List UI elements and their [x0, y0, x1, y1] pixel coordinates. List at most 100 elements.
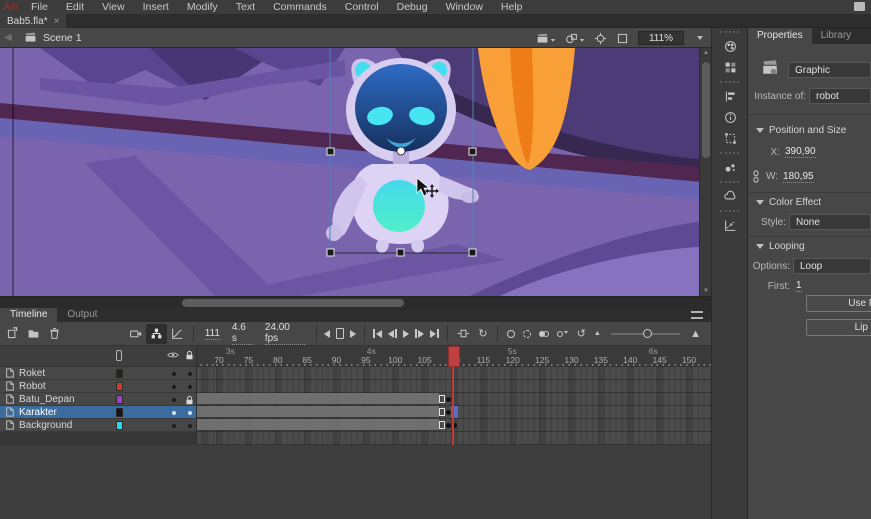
keyframe-dot[interactable] — [446, 410, 451, 415]
onion-skin-button[interactable] — [503, 324, 519, 344]
menu-help[interactable]: Help — [492, 0, 532, 14]
motion-editor-panel-button[interactable] — [712, 215, 749, 236]
play-button[interactable] — [400, 330, 412, 338]
new-layer-button[interactable] — [2, 324, 23, 344]
camera-button[interactable] — [125, 324, 146, 344]
layer-visibility-toggle[interactable] — [172, 411, 176, 415]
step-forward-button[interactable] — [347, 330, 359, 338]
layer-lock-toggle[interactable] — [188, 424, 192, 428]
app-logo[interactable]: An — [0, 1, 22, 14]
vertical-scroll-thumb[interactable] — [702, 62, 710, 158]
horizontal-scroll-thumb[interactable] — [182, 299, 404, 307]
frame-size-slider[interactable] — [611, 333, 680, 335]
tab-timeline[interactable]: Timeline — [0, 308, 57, 322]
layer-outline-color-swatch[interactable] — [116, 395, 123, 404]
lock-column-icon[interactable] — [185, 350, 194, 361]
w-value[interactable]: 180,95 — [783, 171, 814, 183]
menu-insert[interactable]: Insert — [134, 0, 178, 14]
layer-outline-color-swatch[interactable] — [116, 369, 123, 378]
transform-point[interactable] — [397, 147, 405, 155]
delete-layer-button[interactable] — [44, 324, 65, 344]
current-frame-field[interactable]: 111 — [205, 328, 220, 340]
layer-visibility-toggle[interactable] — [172, 424, 176, 428]
next-keyframe-button[interactable] — [412, 329, 427, 338]
menu-window[interactable]: Window — [437, 0, 492, 14]
panel-menu-icon[interactable] — [691, 311, 703, 319]
parenting-view-button[interactable] — [146, 324, 167, 344]
document-tab[interactable]: Bab5.fla* × — [0, 14, 66, 28]
visibility-column-icon[interactable] — [167, 351, 179, 359]
zoom-dropdown-icon[interactable] — [697, 36, 703, 43]
x-value[interactable]: 390,90 — [785, 146, 816, 158]
dock-grip[interactable] — [720, 31, 739, 35]
graph-view-button[interactable] — [167, 324, 188, 344]
layer-row-karakter[interactable]: Karakter — [0, 406, 196, 419]
lip-syncing-button[interactable]: Lip S — [806, 319, 871, 336]
edit-multiple-frames-button[interactable] — [535, 324, 553, 344]
span-end-frame[interactable] — [439, 395, 445, 403]
color-panel-button[interactable] — [712, 36, 749, 57]
edit-scene-button[interactable] — [536, 32, 556, 45]
window-control-icon[interactable] — [854, 2, 865, 11]
section-color-effect[interactable]: Color Effect — [756, 196, 871, 209]
style-dropdown[interactable]: None — [789, 214, 871, 230]
slider-knob[interactable] — [643, 329, 652, 338]
layer-visibility-toggle[interactable] — [172, 372, 176, 376]
layer-lock-toggle[interactable] — [188, 385, 192, 389]
layer-outline-color-swatch[interactable] — [116, 408, 123, 417]
tab-library[interactable]: Library — [812, 28, 861, 44]
new-folder-button[interactable] — [23, 324, 44, 344]
tab-properties[interactable]: Properties — [748, 28, 812, 44]
menu-debug[interactable]: Debug — [388, 0, 437, 14]
menu-view[interactable]: View — [93, 0, 134, 14]
layer-outline-color-swatch[interactable] — [116, 382, 123, 391]
stage-vertical-scrollbar[interactable]: ▲ ▼ — [699, 48, 711, 296]
back-arrow-icon[interactable]: ◀ — [0, 32, 16, 43]
playhead-marker[interactable] — [448, 346, 460, 367]
dock-grip[interactable] — [720, 210, 739, 214]
go-first-frame-button[interactable] — [370, 329, 385, 338]
loop-options-dropdown[interactable]: Loop — [793, 258, 871, 274]
frame-span[interactable] — [197, 406, 439, 418]
frame-span[interactable] — [197, 393, 439, 405]
keyframe-dot[interactable] — [446, 423, 451, 428]
menu-file[interactable]: File — [22, 0, 57, 14]
scene-breadcrumb[interactable]: Scene 1 — [43, 32, 82, 44]
menu-modify[interactable]: Modify — [178, 0, 227, 14]
zoom-level-field[interactable]: 111% — [638, 31, 684, 45]
layer-lock-toggle[interactable] — [188, 372, 192, 376]
reset-timeline-zoom-button[interactable]: ↺ — [573, 324, 590, 344]
layer-outline-color-swatch[interactable] — [116, 421, 123, 430]
symbol-type-dropdown[interactable]: Graphic — [788, 62, 871, 78]
step-back-button[interactable] — [321, 330, 333, 338]
menu-edit[interactable]: Edit — [57, 0, 93, 14]
align-panel-button[interactable] — [712, 86, 749, 107]
layer-row-roket[interactable]: Roket — [0, 367, 196, 380]
info-panel-button[interactable] — [712, 107, 749, 128]
playhead-line[interactable] — [452, 367, 454, 445]
elapsed-time-field[interactable]: 4.6 s — [232, 322, 253, 345]
transform-panel-button[interactable] — [712, 128, 749, 149]
span-end-frame[interactable] — [439, 421, 445, 429]
zoom-in-frames-button[interactable]: ▲ — [686, 324, 705, 344]
modify-markers-button[interactable] — [553, 324, 573, 344]
onion-skin-outlines-button[interactable] — [519, 324, 535, 344]
layer-row-batu_depan[interactable]: Batu_Depan — [0, 393, 196, 406]
close-tab-icon[interactable]: × — [54, 16, 60, 27]
tab-output[interactable]: Output — [57, 308, 107, 322]
dock-grip[interactable] — [720, 81, 739, 85]
section-position-size[interactable]: Position and Size — [756, 124, 871, 137]
dock-grip[interactable] — [720, 152, 739, 156]
edit-symbols-button[interactable] — [565, 32, 585, 45]
layer-visibility-toggle[interactable] — [172, 398, 176, 402]
zoom-out-frames-button[interactable]: ▲ — [590, 324, 605, 344]
loop-playback-button[interactable]: ↻ — [474, 324, 491, 344]
outline-color-column-icon[interactable] — [116, 350, 122, 361]
layer-lock-toggle[interactable] — [188, 411, 192, 415]
go-last-frame-button[interactable] — [427, 329, 442, 338]
instance-name-field[interactable]: robot — [809, 88, 871, 104]
use-frame-picker-button[interactable]: Use Fra — [806, 295, 871, 312]
cc-libraries-panel-button[interactable] — [712, 186, 749, 207]
section-looping[interactable]: Looping — [756, 240, 871, 253]
keyframe-dot[interactable] — [446, 397, 451, 402]
